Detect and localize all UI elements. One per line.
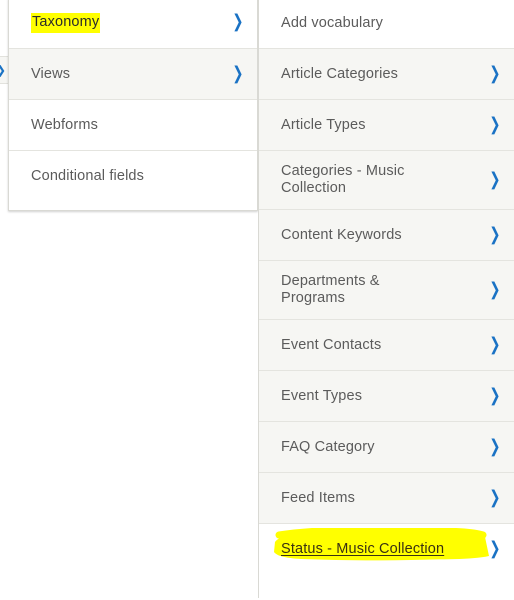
menu-item-label: Feed Items: [281, 490, 488, 507]
menu-item-content: Conditional fields ❯: [31, 168, 243, 185]
chevron-right-icon[interactable]: ❯: [232, 65, 241, 83]
menu-item-webforms[interactable]: Webforms ❯: [9, 100, 257, 151]
menu-item-content: Categories - Music Collection ❯: [281, 163, 500, 196]
chevron-right-icon[interactable]: ❯: [489, 438, 498, 456]
chevron-right-icon[interactable]: ❯: [489, 541, 498, 559]
menu-item-content-keywords[interactable]: Content Keywords ❯: [259, 210, 514, 261]
chevron-right-icon[interactable]: ❯: [489, 65, 498, 83]
chevron-right-icon[interactable]: ❯: [489, 171, 498, 189]
menu-item-views[interactable]: Views ❯: [9, 49, 257, 100]
menu-item-article-categories[interactable]: Article Categories ❯: [259, 49, 514, 100]
menu-item-content: Article Categories ❯: [281, 66, 500, 83]
chevron-right-icon[interactable]: ❯: [489, 281, 498, 299]
menu-item-label: Conditional fields: [31, 168, 231, 185]
menu-item-label: Event Types: [281, 388, 488, 405]
menu-item-content: Event Types ❯: [281, 388, 500, 405]
menu-item-label: Article Types: [281, 117, 488, 134]
chevron-right-icon: ❯: [0, 64, 6, 76]
menu-item-feed-items[interactable]: Feed Items ❯: [259, 473, 514, 524]
menu-item-label: Webforms: [31, 117, 231, 134]
menu-item-content: Add vocabulary ❯: [281, 15, 500, 32]
menu-item-label: Taxonomy: [31, 13, 100, 33]
menu-item-label: Add vocabulary: [281, 15, 488, 32]
menu-item-faq-category[interactable]: FAQ Category ❯: [259, 422, 514, 473]
menu-item-label: Event Contacts: [281, 337, 488, 354]
menu-item-categories-music-collection[interactable]: Categories - Music Collection ❯: [259, 151, 514, 210]
menu-item-content: Status - Music Collection ❯: [281, 541, 500, 558]
menu-item-content: FAQ Category ❯: [281, 439, 500, 456]
taxonomy-vocabularies-panel: Add vocabulary ❯ Article Categories ❯ Ar…: [258, 0, 514, 598]
menu-item-content: Article Types ❯: [281, 117, 500, 134]
menu-item-content: Content Keywords ❯: [281, 227, 500, 244]
menu-item-content: Taxonomy ❯: [31, 13, 243, 33]
chevron-right-icon[interactable]: ❯: [489, 116, 498, 134]
menu-item-taxonomy[interactable]: Taxonomy ❯: [9, 0, 257, 49]
menu-item-event-contacts[interactable]: Event Contacts ❯: [259, 320, 514, 371]
admin-submenu-panel: Taxonomy ❯ Views ❯ Webforms ❯ Conditiona…: [8, 0, 258, 211]
menu-item-departments-programs[interactable]: Departments & Programs ❯: [259, 261, 514, 320]
chevron-right-icon[interactable]: ❯: [232, 14, 241, 32]
menu-item-label: Content Keywords: [281, 227, 488, 244]
chevron-right-icon[interactable]: ❯: [489, 489, 498, 507]
menu-item-conditional-fields[interactable]: Conditional fields ❯: [9, 151, 257, 202]
chevron-right-icon[interactable]: ❯: [489, 336, 498, 354]
menu-item-label: FAQ Category: [281, 439, 488, 456]
menu-item-label: Departments & Programs: [281, 273, 488, 306]
menu-item-label: Categories - Music Collection: [281, 163, 488, 196]
menu-item-content: Departments & Programs ❯: [281, 273, 500, 306]
menu-overlay-root: ❯ Taxonomy ❯ Views ❯ Webforms ❯ Condi: [0, 0, 514, 600]
menu-item-label: Status - Music Collection: [281, 541, 488, 558]
menu-item-article-types[interactable]: Article Types ❯: [259, 100, 514, 151]
chevron-right-icon[interactable]: ❯: [489, 387, 498, 405]
menu-item-label: Views: [31, 66, 231, 83]
menu-item-content: Event Contacts ❯: [281, 337, 500, 354]
chevron-right-icon[interactable]: ❯: [489, 226, 498, 244]
menu-item-content: Views ❯: [31, 66, 243, 83]
menu-item-add-vocabulary[interactable]: Add vocabulary ❯: [259, 0, 514, 49]
menu-item-event-types[interactable]: Event Types ❯: [259, 371, 514, 422]
menu-item-label: Article Categories: [281, 66, 488, 83]
menu-item-status-music-collection[interactable]: Status - Music Collection ❯: [259, 524, 514, 575]
menu-item-content: Webforms ❯: [31, 117, 243, 134]
menu-item-content: Feed Items ❯: [281, 490, 500, 507]
